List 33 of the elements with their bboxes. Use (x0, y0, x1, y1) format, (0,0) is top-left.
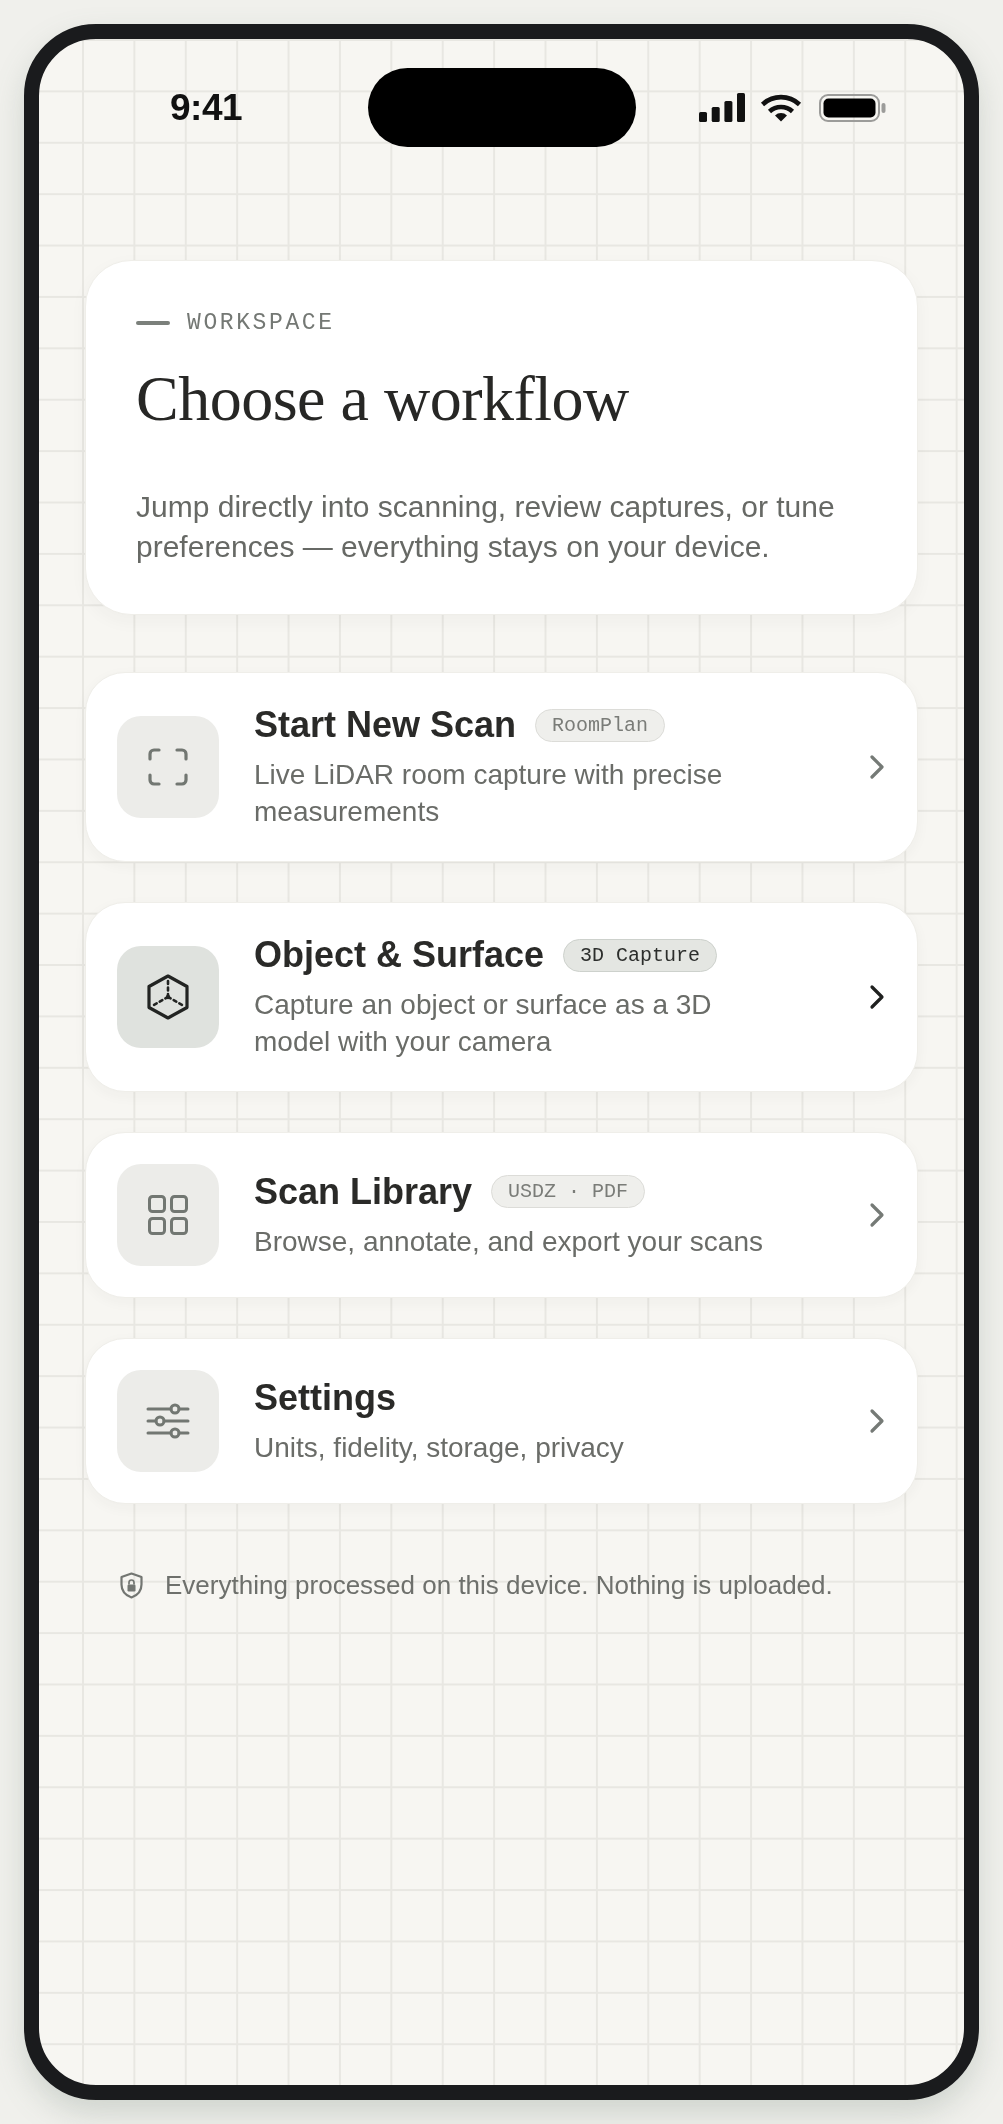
workflow-card[interactable]: Settings Units, fidelity, storage, privacy (85, 1338, 918, 1504)
card-badge: USDZ · PDF (491, 1175, 646, 1208)
workflow-card[interactable]: Object & Surface 3D Capture Capture an object or surface as a 3D model with your camera (85, 902, 918, 1092)
card-badge: 3D Capture (563, 938, 718, 972)
status-time: 9:41 (170, 85, 243, 130)
card-title: Scan Library (254, 1170, 473, 1213)
card-badge: RoomPlan (535, 708, 666, 742)
card-description: Live LiDAR room capture with precise measurements (254, 758, 724, 829)
battery-icon (819, 93, 886, 122)
signal-icon (699, 93, 745, 122)
chevron-icon (869, 1202, 885, 1228)
accent-dash (136, 321, 170, 325)
workflow-card[interactable]: Scan Library USDZ · PDF Browse, annotate, and export your scans (85, 1132, 918, 1298)
sliders-icon (117, 1370, 219, 1472)
grid-icon (117, 1164, 219, 1266)
privacy-note: Everything processed on this device. Nothing is uploaded. (165, 1569, 833, 1601)
eyebrow-label: WORKSPACE (187, 309, 335, 337)
chevron-icon (869, 984, 885, 1010)
page-description: Jump directly into scanning, review captures, or tune preferences — everything stays on your device. (136, 489, 836, 565)
workflow-card[interactable]: Start New Scan RoomPlan Live LiDAR room capture with precise measurements (85, 672, 918, 862)
scan-frame-icon (117, 716, 219, 818)
shield-lock-icon (120, 1571, 143, 1599)
card-title: Start New Scan (254, 704, 517, 746)
page-title: Choose a workflow (136, 362, 630, 436)
card-title: Object & Surface (254, 934, 545, 976)
card-description: Browse, annotate, and export your scans (254, 1224, 763, 1259)
card-description: Capture an object or surface as a 3D model with your camera (254, 988, 713, 1059)
wifi-icon (760, 93, 802, 122)
chevron-icon (869, 1408, 885, 1434)
cube-icon (117, 946, 219, 1048)
chevron-icon (869, 754, 885, 780)
card-title: Settings (254, 1376, 396, 1419)
card-description: Units, fidelity, storage, privacy (254, 1430, 624, 1465)
